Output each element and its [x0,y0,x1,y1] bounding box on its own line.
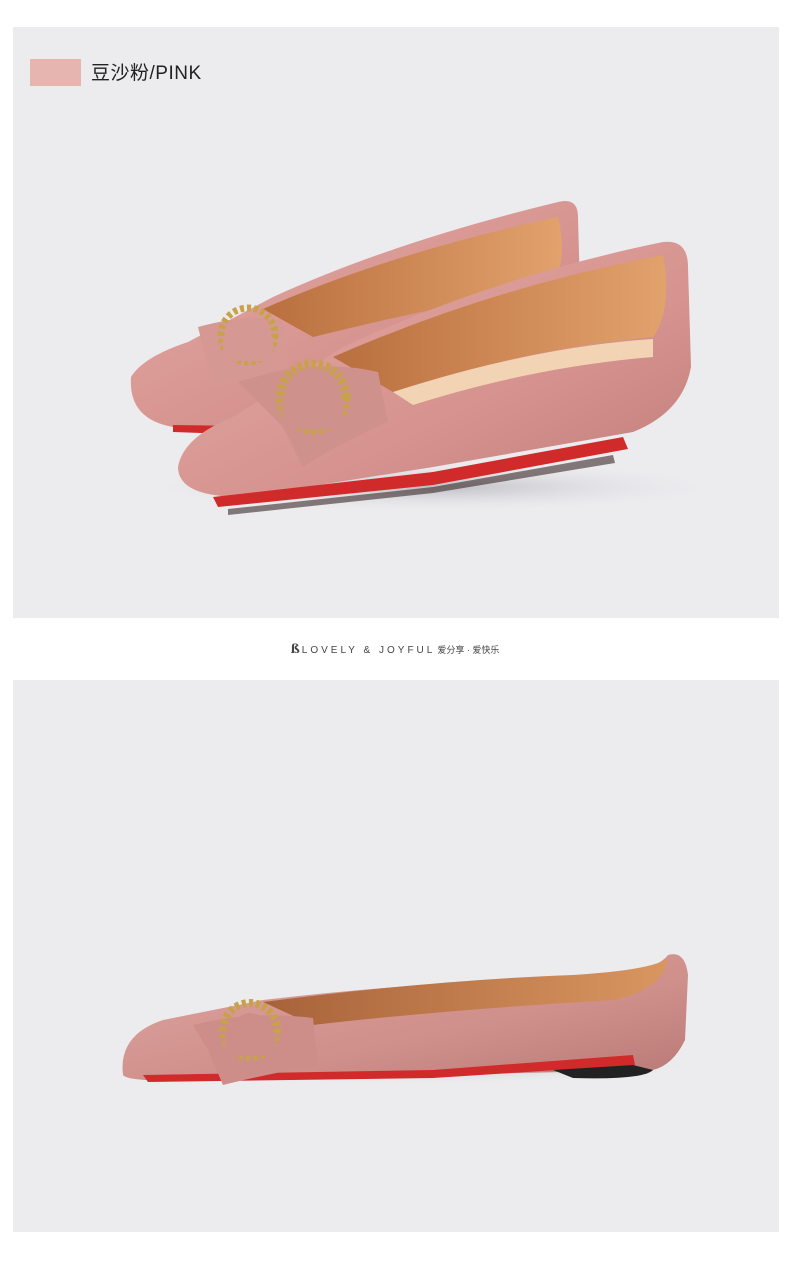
single-shoe-illustration [113,954,713,1085]
brand-logo-icon: ß [290,642,300,656]
shoe-pair-illustration [130,201,733,515]
tagline-text: LOVELY & JOYFUL [301,645,436,656]
brand-tagline: ß LOVELY & JOYFUL 爱分享 · 爱快乐 [0,642,790,656]
tagline-chinese: 爱分享 · 爱快乐 [437,645,500,655]
product-photo-single [13,680,779,1232]
product-photo-pair: 豆沙粉/PINK [13,27,779,618]
